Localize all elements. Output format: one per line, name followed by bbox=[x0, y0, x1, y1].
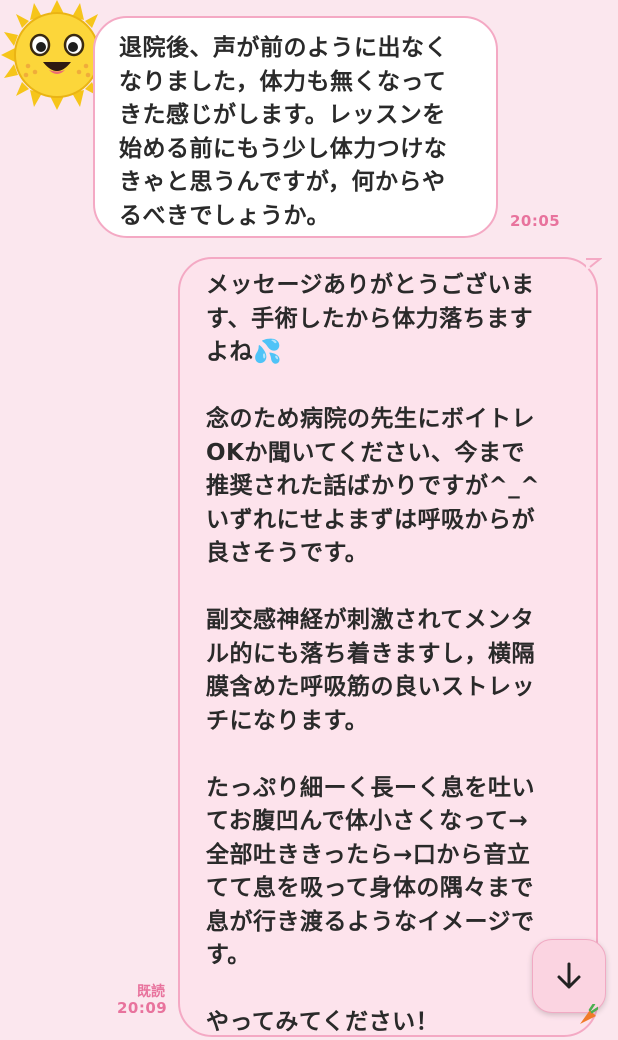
message-timestamp: 20:09 bbox=[117, 999, 168, 1017]
arrow-down-icon bbox=[557, 962, 581, 989]
message-timestamp: 20:05 bbox=[510, 212, 561, 230]
carrot-icon bbox=[580, 1004, 598, 1024]
outgoing-message-bubble[interactable]: メッセージありがとうございま す、手術したから体力落ちます よね💦 念のため病院… bbox=[178, 257, 598, 1037]
scroll-to-bottom-button[interactable] bbox=[532, 939, 606, 1013]
incoming-message-bubble[interactable]: 退院後、声が前のように出なく なりました，体力も無くなって きた感じがします。レ… bbox=[93, 16, 498, 238]
read-receipt-label: 既読 bbox=[137, 984, 165, 1000]
bubble-tail-icon bbox=[586, 258, 602, 271]
